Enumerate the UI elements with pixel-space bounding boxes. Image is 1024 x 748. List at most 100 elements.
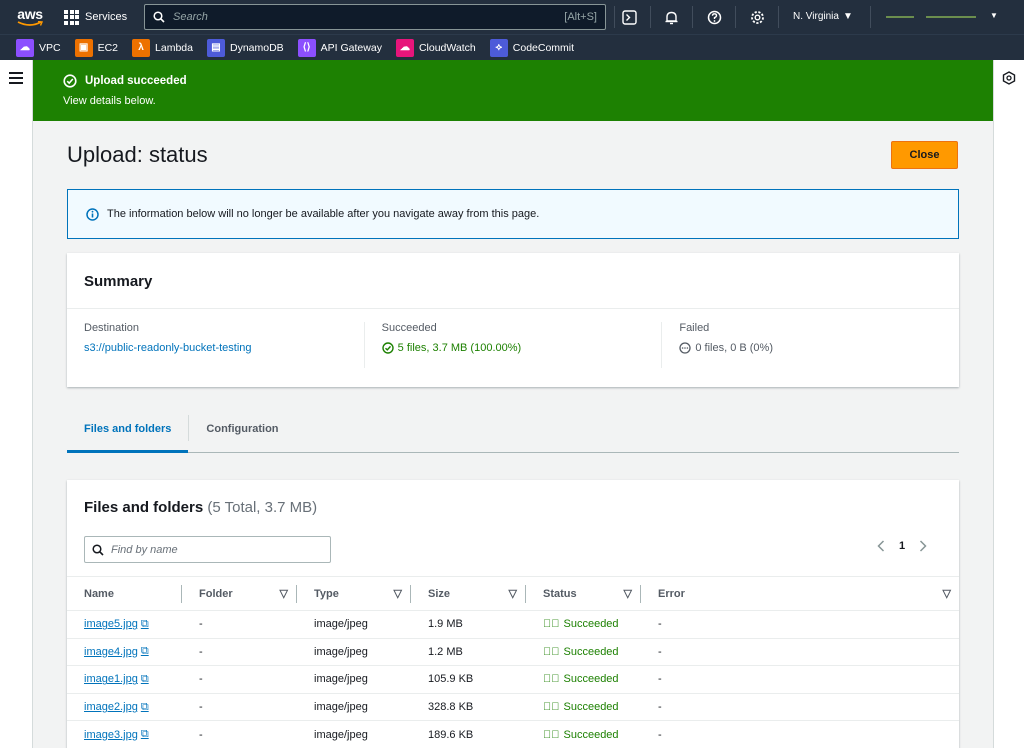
column-header-size[interactable]: Size ▽ bbox=[411, 584, 526, 603]
notifications-bell-icon[interactable] bbox=[662, 8, 680, 26]
flash-title: Upload succeeded bbox=[85, 75, 187, 87]
cell-folder: - bbox=[199, 701, 203, 714]
aws-smile-icon bbox=[17, 20, 43, 26]
cell-folder: - bbox=[199, 645, 203, 658]
cell-type: image/jpeg bbox=[314, 728, 368, 741]
settings-gear-icon[interactable] bbox=[748, 8, 766, 26]
favorite-label: EC2 bbox=[97, 41, 119, 54]
tab-configuration[interactable]: Configuration bbox=[189, 408, 295, 453]
account-menu-redacted[interactable] bbox=[926, 16, 976, 18]
info-alert: The information below will no longer be … bbox=[67, 189, 959, 239]
cell-status: ✓⃝ Succeeded bbox=[543, 728, 619, 741]
search-shortcut: [Alt+S] bbox=[564, 11, 597, 23]
help-icon[interactable] bbox=[705, 8, 723, 26]
file-link[interactable]: image4.jpg ⧉ bbox=[67, 645, 182, 658]
cell-status: ✓⃝ Succeeded bbox=[543, 701, 619, 714]
search-icon bbox=[153, 11, 165, 23]
success-check-icon: ✓⃝ bbox=[543, 728, 560, 741]
region-label: N. Virginia bbox=[793, 11, 839, 22]
account-chevron-down-icon[interactable]: ▼ bbox=[990, 11, 998, 20]
sort-caret-icon: ▽ bbox=[393, 588, 402, 600]
failed-value: 0 files, 0 B (0%) bbox=[695, 342, 773, 354]
services-grid-icon bbox=[64, 9, 79, 25]
cell-size: 105.9 KB bbox=[428, 673, 474, 686]
column-header-folder[interactable]: Folder ▽ bbox=[182, 584, 297, 603]
file-link[interactable]: image5.jpg ⧉ bbox=[67, 618, 182, 631]
cell-error: - bbox=[658, 673, 662, 686]
favorite-label: CloudWatch bbox=[418, 41, 476, 54]
sort-caret-icon: ▽ bbox=[279, 588, 288, 600]
main-content: Upload: status Close The information bel… bbox=[33, 121, 993, 748]
destination-link[interactable]: s3://public-readonly-bucket-testing bbox=[84, 342, 347, 354]
favorite-cloudwatch[interactable]: ☁ CloudWatch bbox=[395, 38, 476, 57]
cell-size: 189.6 KB bbox=[428, 728, 474, 741]
file-link[interactable]: image3.jpg ⧉ bbox=[67, 728, 182, 741]
account-info-redacted[interactable] bbox=[886, 16, 914, 18]
column-header-name[interactable]: Name bbox=[67, 584, 182, 603]
cell-type: image/jpeg bbox=[314, 645, 368, 658]
cell-size: 328.8 KB bbox=[428, 701, 474, 714]
help-panel-icon[interactable] bbox=[1002, 71, 1016, 85]
cell-error: - bbox=[658, 701, 662, 714]
right-side-rail bbox=[993, 60, 1024, 748]
column-header-status[interactable]: Status ▽ bbox=[526, 584, 641, 603]
succeeded-value: 5 files, 3.7 MB (100.00%) bbox=[397, 342, 522, 354]
file-link[interactable]: image1.jpg ⧉ bbox=[67, 673, 182, 686]
close-button[interactable]: Close bbox=[891, 141, 958, 169]
tab-files-and-folders[interactable]: Files and folders bbox=[67, 408, 189, 453]
sort-caret-icon: ▽ bbox=[942, 588, 951, 600]
chevron-left-icon[interactable] bbox=[877, 540, 885, 552]
sort-caret-icon: ▽ bbox=[508, 588, 517, 600]
cell-status: ✓⃝ Succeeded bbox=[543, 673, 619, 686]
favorite-lambda[interactable]: λ Lambda bbox=[132, 38, 193, 57]
summary-failed: Failed 0 files, 0 B (0%) bbox=[661, 322, 959, 368]
favorite-codecommit[interactable]: ⟡ CodeCommit bbox=[489, 38, 574, 57]
success-flash-banner: Upload succeeded View details below. bbox=[33, 60, 993, 121]
search-icon bbox=[92, 543, 104, 556]
cloudshell-icon[interactable] bbox=[620, 8, 638, 26]
column-header-type[interactable]: Type ▽ bbox=[297, 584, 411, 603]
destination-label: Destination bbox=[84, 322, 140, 334]
cell-folder: - bbox=[199, 673, 203, 686]
flash-subtitle: View details below. bbox=[63, 95, 156, 107]
codecommit-service-icon: ⟡ bbox=[489, 38, 508, 57]
external-link-icon: ⧉ bbox=[140, 672, 149, 685]
table-row: image5.jpg ⧉ - image/jpeg 1.9 MB ✓⃝ Succee… bbox=[67, 611, 959, 639]
aws-logo-text: aws bbox=[17, 5, 43, 22]
favorite-ec2[interactable]: ▣ EC2 bbox=[74, 38, 119, 57]
find-by-name-input[interactable]: Find by name bbox=[84, 536, 331, 563]
services-label: Services bbox=[85, 11, 128, 23]
file-link[interactable]: image2.jpg ⧉ bbox=[67, 701, 182, 714]
region-selector[interactable]: N. Virginia ▼ bbox=[793, 11, 853, 22]
ec2-service-icon: ▣ bbox=[74, 38, 93, 57]
external-link-icon: ⧉ bbox=[140, 645, 149, 658]
success-check-icon bbox=[63, 74, 77, 88]
chevron-right-icon[interactable] bbox=[919, 540, 927, 552]
cell-type: image/jpeg bbox=[314, 673, 368, 686]
favorite-dynamodb[interactable]: ▤ DynamoDB bbox=[206, 38, 284, 57]
page-number[interactable]: 1 bbox=[899, 540, 905, 552]
services-menu-button[interactable]: Services bbox=[64, 9, 128, 25]
summary-succeeded: Succeeded 5 files, 3.7 MB (100.00%) bbox=[363, 322, 662, 368]
favorite-vpc[interactable]: ☁ VPC bbox=[16, 38, 61, 57]
cloudwatch-service-icon: ☁ bbox=[395, 38, 414, 57]
vpc-service-icon: ☁ bbox=[16, 38, 34, 57]
cell-status: ✓⃝ Succeeded bbox=[543, 618, 619, 631]
find-placeholder: Find by name bbox=[111, 543, 178, 556]
hamburger-menu-icon[interactable] bbox=[9, 72, 23, 87]
top-navigation: aws Services Search [Alt+S] N. Virginia … bbox=[0, 0, 1024, 34]
global-search-input[interactable]: Search [Alt+S] bbox=[144, 4, 606, 30]
files-count: (5 Total, 3.7 MB) bbox=[207, 499, 318, 516]
summary-destination: Destination s3://public-readonly-bucket-… bbox=[67, 322, 364, 368]
favorite-api-gateway[interactable]: ⟨⟩ API Gateway bbox=[297, 38, 382, 57]
success-check-icon: ✓⃝ bbox=[543, 618, 560, 631]
table-header: Name Folder ▽ Type ▽ Size ▽ Status ▽ Error ▽ bbox=[67, 576, 959, 611]
lambda-service-icon: λ bbox=[132, 38, 151, 57]
pagination: 1 bbox=[877, 540, 927, 552]
info-text: The information below will no longer be … bbox=[107, 208, 540, 220]
cell-error: - bbox=[658, 618, 662, 631]
column-header-error[interactable]: Error ▽ bbox=[641, 585, 959, 603]
succeeded-label: Succeeded bbox=[381, 322, 437, 334]
aws-logo[interactable]: aws bbox=[8, 0, 52, 34]
page-title: Upload: status bbox=[67, 142, 208, 167]
